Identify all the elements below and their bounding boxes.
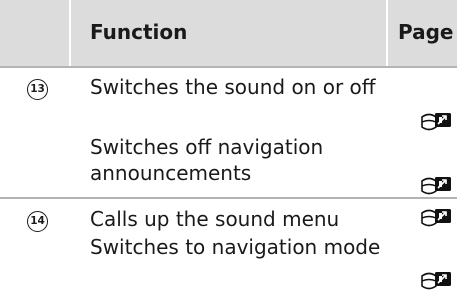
steering-wheel-buttons-icon [421, 209, 451, 227]
function-text: Switches off navigation announcements [90, 135, 324, 185]
function-text: Switches to navigation mode [90, 235, 381, 259]
function-text: Calls up the sound menu [90, 207, 340, 231]
item-number-badge: 14 [27, 211, 48, 232]
function-column-header: Function [90, 20, 188, 44]
header-divider [386, 0, 388, 66]
steering-wheel-buttons-icon [421, 113, 451, 131]
item-number-badge: 13 [27, 79, 48, 100]
steering-wheel-buttons-icon [421, 272, 451, 290]
table-header: Function Page [0, 0, 457, 66]
function-table: Function Page 13 Switches the sound on o… [0, 0, 457, 300]
function-text: Switches the sound on or off [90, 75, 376, 99]
row-divider [0, 197, 457, 199]
header-divider [69, 0, 71, 66]
steering-wheel-buttons-icon [421, 177, 451, 195]
row-divider [0, 66, 457, 68]
page-column-header: Page [398, 20, 454, 44]
